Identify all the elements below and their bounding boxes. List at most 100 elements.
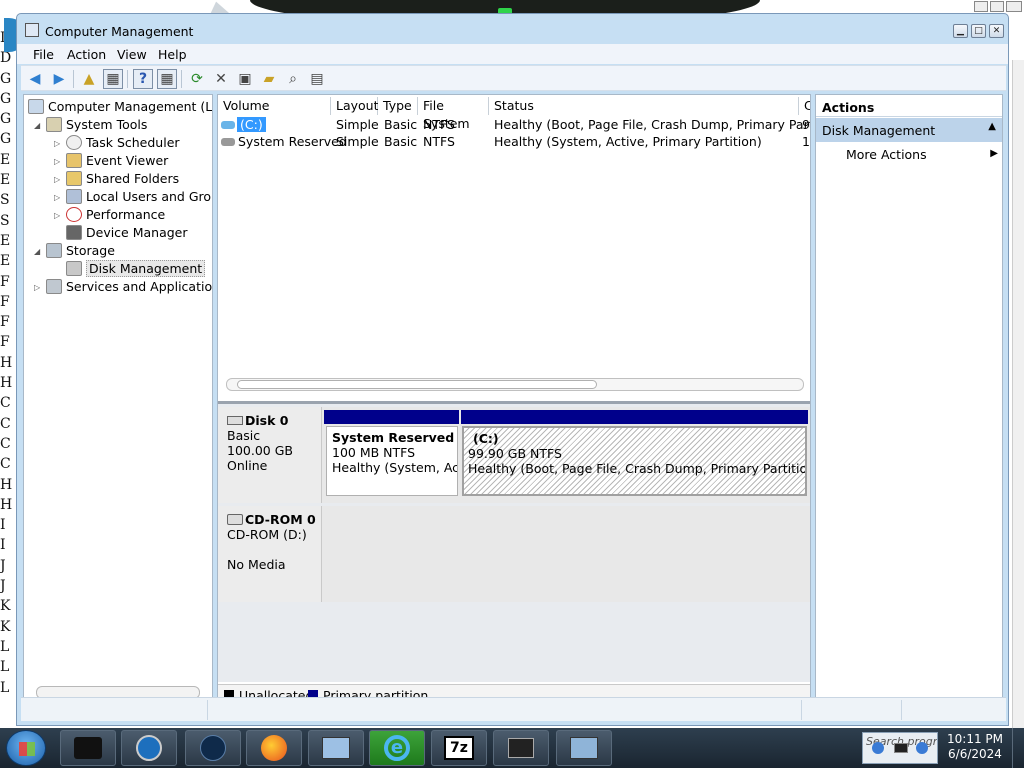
tree-item-storage[interactable]: Storage bbox=[46, 241, 115, 259]
close-button[interactable]: ✕ bbox=[989, 24, 1004, 38]
search-icon[interactable]: ⌕ bbox=[283, 69, 303, 89]
clock-icon bbox=[66, 134, 82, 150]
show-desktop-button[interactable] bbox=[1012, 728, 1024, 768]
start-button[interactable] bbox=[6, 730, 46, 766]
minimize-button[interactable]: ▁ bbox=[953, 24, 968, 38]
more-actions-item[interactable]: More Actions ▶ bbox=[846, 147, 1002, 162]
menu-file[interactable]: File bbox=[33, 47, 54, 62]
volume-list-horizontal-scrollbar[interactable] bbox=[226, 378, 804, 391]
collapse-arrow-icon[interactable]: ◢ bbox=[34, 121, 40, 130]
up-folder-icon[interactable]: ▲ bbox=[79, 69, 99, 89]
tree-item-event-viewer[interactable]: Event Viewer bbox=[66, 151, 168, 169]
taskbar-app-window[interactable] bbox=[493, 730, 549, 766]
disk0-label[interactable]: Disk 0 Basic 100.00 GB Online bbox=[218, 407, 322, 503]
background-window-edge-text: DDGGGGEESSEEFFFFHHCCCCHHIIJJKKLLL bbox=[0, 28, 16, 728]
tray-network-icon[interactable] bbox=[894, 743, 908, 753]
terminal-icon bbox=[74, 737, 102, 759]
column-header-layout[interactable]: Layout bbox=[331, 97, 379, 115]
maximize-button[interactable]: □ bbox=[971, 24, 986, 38]
disk-state: Online bbox=[227, 458, 268, 473]
clock[interactable]: 10:11 PM 6/6/2024 bbox=[942, 732, 1008, 762]
expand-arrow-icon[interactable]: ▷ bbox=[54, 211, 60, 220]
tree-item-device-manager[interactable]: Device Manager bbox=[66, 223, 188, 241]
partition-system-reserved[interactable]: System Reserved 100 MB NTFS Healthy (Sys… bbox=[324, 410, 459, 499]
status-divider bbox=[207, 700, 208, 720]
tree-item-disk-management[interactable]: Disk Management bbox=[66, 259, 206, 277]
taskbar-app-computer-management[interactable] bbox=[308, 730, 364, 766]
outer-restore-button[interactable] bbox=[990, 1, 1004, 12]
column-header-type[interactable]: Type bbox=[378, 97, 418, 115]
background-letter: S bbox=[0, 192, 10, 209]
menu-view[interactable]: View bbox=[117, 47, 147, 62]
taskbar-app-terminal[interactable] bbox=[60, 730, 116, 766]
toolbar: ◀ ▶ ▲ ▦ ? ▦ ⟳ ✕ ▣ ▰ ⌕ ▤ bbox=[21, 65, 1006, 91]
type-cell: Basic bbox=[384, 117, 418, 132]
column-header-volume[interactable]: Volume bbox=[218, 97, 331, 115]
show-action-pane-icon[interactable]: ▦ bbox=[157, 69, 177, 89]
properties-icon[interactable]: ▣ bbox=[235, 69, 255, 89]
scroll-thumb[interactable] bbox=[237, 380, 597, 389]
volume-cell: System Reserved bbox=[221, 134, 347, 149]
tree-item-services[interactable]: Services and Applications bbox=[46, 277, 212, 295]
device-manager-icon bbox=[66, 224, 82, 240]
outer-close-button[interactable] bbox=[1006, 1, 1022, 12]
outer-window-controls bbox=[974, 1, 1024, 13]
globe-icon bbox=[200, 735, 226, 761]
help-icon[interactable]: ? bbox=[133, 69, 153, 89]
partition-name: (C:) bbox=[473, 431, 499, 446]
tree-item-shared-folders[interactable]: Shared Folders bbox=[66, 169, 179, 187]
tree-item-task-scheduler[interactable]: Task Scheduler bbox=[66, 133, 180, 151]
tray-shield-icon[interactable] bbox=[872, 742, 884, 754]
table-row[interactable]: System Reserved Simple Basic NTFS Health… bbox=[218, 133, 810, 150]
seven-zip-icon: 7z bbox=[444, 736, 474, 760]
taskbar-app-globe[interactable] bbox=[185, 730, 241, 766]
open-folder-icon[interactable]: ▰ bbox=[259, 69, 279, 89]
refresh-icon[interactable]: ⟳ bbox=[187, 69, 207, 89]
collapse-arrow-icon[interactable]: ◢ bbox=[34, 247, 40, 256]
tree-item-root[interactable]: Computer Management (Local bbox=[28, 97, 212, 115]
tray-speaker-icon[interactable] bbox=[916, 742, 928, 754]
collapse-up-icon[interactable]: ▲ bbox=[988, 121, 996, 132]
cdrom-label[interactable]: CD-ROM 0 CD-ROM (D:) No Media bbox=[218, 506, 322, 602]
menu-action[interactable]: Action bbox=[67, 47, 106, 62]
expand-arrow-icon[interactable]: ▷ bbox=[54, 139, 60, 148]
computer-icon bbox=[28, 98, 44, 114]
export-list-icon[interactable]: ▤ bbox=[307, 69, 327, 89]
more-actions-label: More Actions bbox=[846, 147, 927, 162]
column-header-file-system[interactable]: File System bbox=[418, 97, 489, 131]
tree-item-local-users[interactable]: Local Users and Groups bbox=[66, 187, 212, 205]
taskbar-app-firefox[interactable] bbox=[246, 730, 302, 766]
partition-name: System Reserved bbox=[332, 430, 455, 445]
expand-arrow-icon[interactable]: ▷ bbox=[34, 283, 40, 292]
taskbar-app-7zip[interactable]: 7z bbox=[431, 730, 487, 766]
forward-arrow-icon[interactable]: ▶ bbox=[49, 69, 69, 89]
menu-help[interactable]: Help bbox=[158, 47, 187, 62]
disk-graphical-view: Disk 0 Basic 100.00 GB Online System Res… bbox=[218, 401, 810, 682]
disk-management-pane: Volume Layout Type File System Status C … bbox=[217, 94, 811, 705]
actions-section-disk-management[interactable]: Disk Management ▲ bbox=[816, 118, 1002, 142]
show-hide-tree-icon[interactable]: ▦ bbox=[103, 69, 123, 89]
expand-arrow-icon[interactable]: ▷ bbox=[54, 175, 60, 184]
back-arrow-icon[interactable]: ◀ bbox=[25, 69, 45, 89]
background-letter: E bbox=[0, 151, 11, 168]
tree-label: Shared Folders bbox=[86, 170, 180, 186]
outer-minimize-button[interactable] bbox=[974, 1, 988, 12]
column-header-status[interactable]: Status bbox=[489, 97, 799, 115]
delete-icon[interactable]: ✕ bbox=[211, 69, 231, 89]
expand-arrow-icon[interactable]: ▷ bbox=[54, 193, 60, 202]
section-label: Disk Management bbox=[822, 123, 936, 138]
taskbar-app-network[interactable] bbox=[556, 730, 612, 766]
column-header-capacity[interactable]: C bbox=[799, 97, 810, 115]
background-letter: H bbox=[0, 476, 13, 493]
tree-item-performance[interactable]: Performance bbox=[66, 205, 165, 223]
taskbar-app-ie[interactable]: e bbox=[369, 730, 425, 766]
partition-c[interactable]: (C:) 99.90 GB NTFS Healthy (Boot, Page F… bbox=[461, 410, 808, 499]
toolbar-separator bbox=[73, 70, 74, 88]
submenu-arrow-icon: ▶ bbox=[990, 148, 998, 159]
tree-item-system-tools[interactable]: System Tools bbox=[46, 115, 147, 133]
background-letter: F bbox=[0, 314, 10, 331]
taskbar-app-media-player[interactable] bbox=[121, 730, 177, 766]
table-row[interactable]: (C:) Simple Basic NTFS Healthy (Boot, Pa… bbox=[218, 116, 810, 133]
expand-arrow-icon[interactable]: ▷ bbox=[54, 157, 60, 166]
partition-status: Healthy (Boot, Page File, Crash Dump, Pr… bbox=[468, 461, 807, 476]
